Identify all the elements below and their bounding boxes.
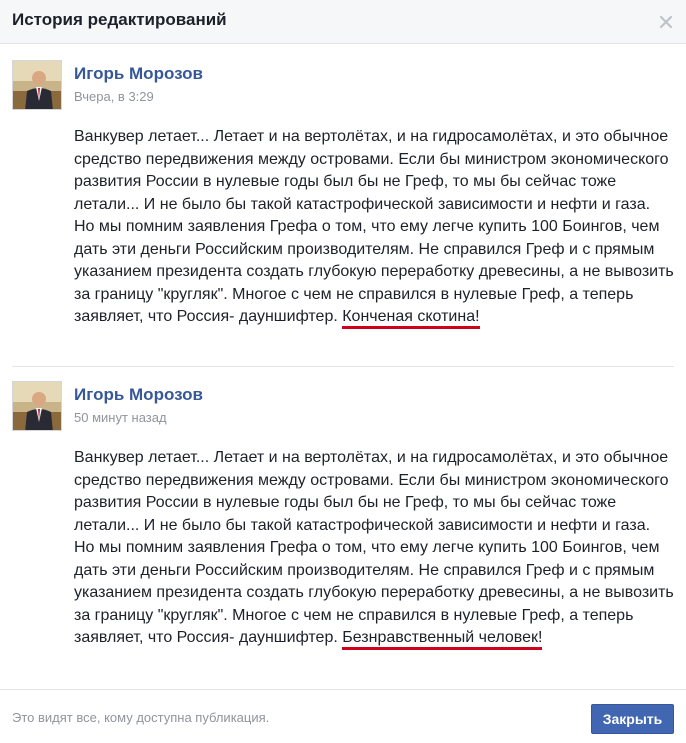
- dialog-footer: Это видят все, кому доступна публикация.…: [0, 689, 686, 743]
- avatar-image: [13, 382, 61, 430]
- close-icon-glyph: [659, 15, 673, 29]
- timestamp[interactable]: Вчера, в 3:29: [74, 89, 154, 104]
- close-icon[interactable]: [656, 12, 676, 32]
- avatar[interactable]: [12, 381, 62, 431]
- post-text-body: Ванкувер летает... Летает и на вертолёта…: [74, 449, 674, 646]
- avatar-image: [13, 61, 61, 109]
- dialog-title: История редактирований: [12, 10, 227, 29]
- close-button[interactable]: Закрыть: [591, 704, 674, 734]
- highlighted-phrase: Безнравственный человек!: [342, 629, 543, 650]
- edit-history-dialog: История редактирований Игорь Морозов Вче…: [0, 0, 686, 743]
- entry-divider: [12, 366, 674, 367]
- dialog-header: История редактирований: [0, 0, 686, 44]
- timestamp[interactable]: 50 минут назад: [74, 410, 167, 425]
- post-text-body: Ванкувер летает... Летает и на вертолёта…: [74, 128, 674, 325]
- highlighted-phrase: Конченая скотина!: [342, 308, 480, 329]
- post-text: Ванкувер летает... Летает и на вертолёта…: [74, 126, 674, 329]
- avatar[interactable]: [12, 60, 62, 110]
- post-text: Ванкувер летает... Летает и на вертолёта…: [74, 447, 674, 650]
- audience-note: Это видят все, кому доступна публикация.: [12, 710, 270, 725]
- author-name[interactable]: Игорь Морозов: [74, 64, 203, 84]
- author-name[interactable]: Игорь Морозов: [74, 385, 203, 405]
